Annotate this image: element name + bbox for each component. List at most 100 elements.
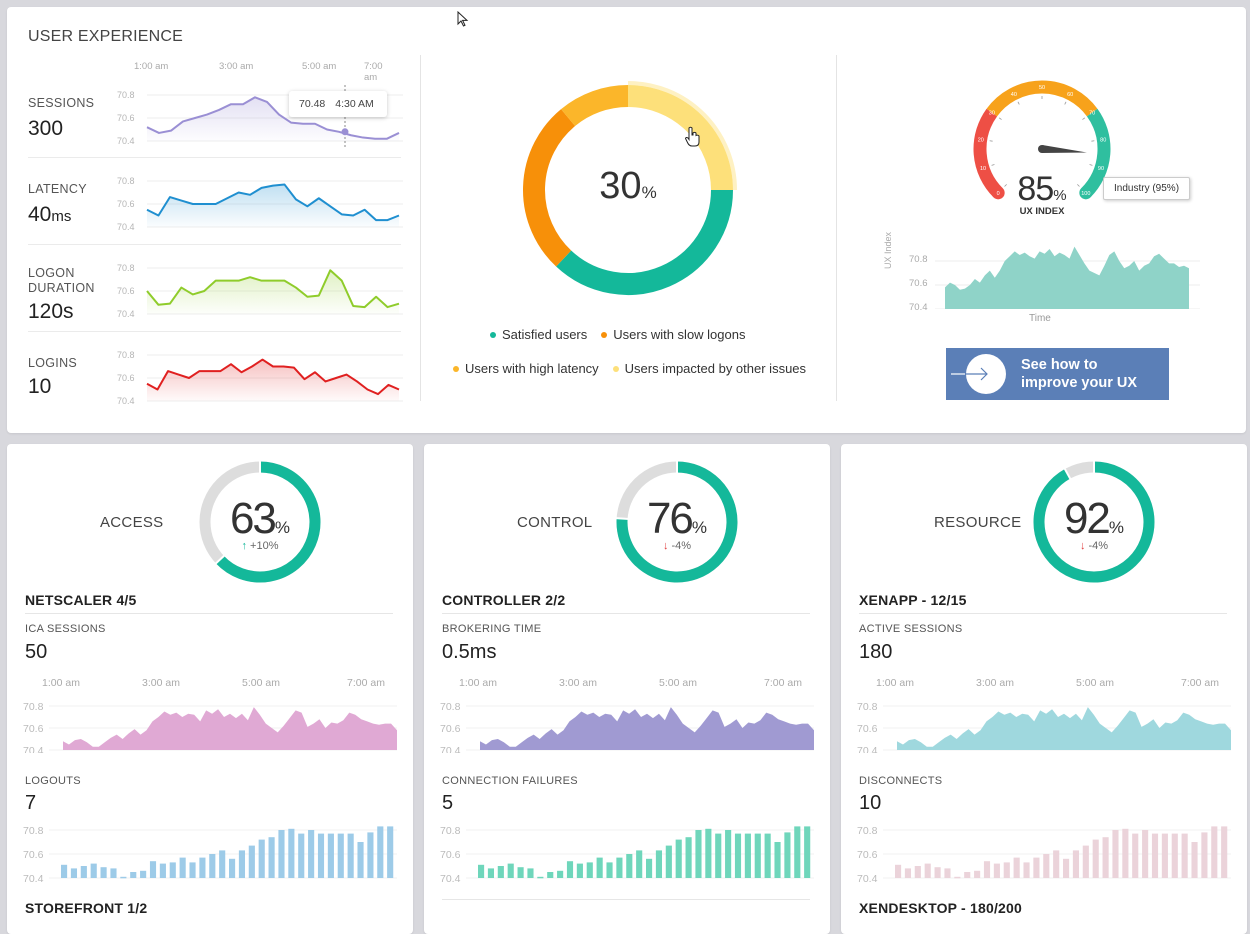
hover-point [342,128,349,135]
legend-item-satisfied[interactable]: Satisfied users [490,327,587,342]
bar [269,837,275,878]
bar [298,834,304,878]
metric-bar-chart[interactable]: 70.870.670.4 [438,820,814,882]
metric-area-chart[interactable]: 1:00 am3:00 am5:00 am7:00 am70.870.670.4 [855,673,1231,753]
time-tick-label: 5:00 am [659,677,697,689]
gauge-value-number: 85 [1017,170,1053,208]
bar [219,850,225,878]
legend-item-slow-logons[interactable]: Users with slow logons [601,327,745,342]
delta-value: -4% [1089,540,1109,552]
metric-bar-chart[interactable]: 70.870.670.4 [855,820,1231,882]
gauge-tick-label: 20 [978,137,984,143]
value-number: 10 [28,375,51,398]
resource-card: RESOURCE 92% ↓ -4% XENAPP - 12/15 ACTIVE… [841,444,1247,934]
bar [577,864,583,878]
gauge-tick [1065,102,1066,105]
hand-pointer-icon [684,126,702,148]
gauge-tick-label: 40 [1011,92,1017,98]
y-tick-label: 70.8 [117,350,135,360]
bar [328,834,334,878]
logins-sparkline[interactable]: 70.870.670.4 [115,345,405,407]
bar [1182,834,1188,878]
y-tick-label: 70.4 [440,873,461,882]
donut-percent-unit: % [642,183,657,202]
legend-label: Users impacted by other issues [625,361,806,376]
ux-index-area-chart[interactable] [935,239,1200,309]
bar [120,877,126,879]
bar [626,854,632,878]
gauge-band [980,113,998,193]
bar [140,871,146,878]
gauge-tick-label: 90 [1098,166,1104,172]
y-tick-label: 70.8 [857,701,878,713]
bar [994,864,1000,878]
bar [606,862,612,878]
bar [170,862,176,878]
gauge-tick [992,164,995,165]
metric-label-logon-duration: LOGONDURATION [28,266,95,296]
bar [1162,834,1168,878]
bar [180,858,186,878]
bar [189,862,195,878]
bar [488,868,494,878]
time-tick-label: 1:00 am [459,677,497,689]
metric-value-latency: 40ms [28,203,71,227]
metric-area-chart[interactable]: 1:00 am3:00 am5:00 am7:00 am70.870.670.4 [438,673,814,753]
gauge-tick-label: 70 [1089,111,1095,117]
y-tick-label: 70.6 [117,113,135,123]
bar [81,866,87,878]
bar [1083,846,1089,878]
bar [160,864,166,878]
bar [150,861,156,878]
bar [725,830,731,878]
bar [199,858,205,878]
section-title: CONTROLLER 2/2 [442,592,565,608]
area-series [897,707,1231,750]
legend-item-high-latency[interactable]: Users with high latency [453,361,599,376]
score-delta: ↑ +10% [210,540,310,552]
gauge-tick [1018,102,1019,105]
bar [567,861,573,878]
legend-dot [490,332,496,338]
access-card: ACCESS 63% ↑ +10% NETSCALER 4/5 ICA SESS… [7,444,413,934]
ux-y-tick: 70.4 [909,302,928,313]
metric-label-latency: LATENCY [28,182,87,197]
column-divider [836,55,837,401]
metric-value-logins: 10 [28,375,51,399]
y-tick-label: 70.6 [23,723,44,735]
legend-item-other-issues[interactable]: Users impacted by other issues [613,361,806,376]
gauge-needle [1042,145,1087,153]
bar [1132,834,1138,878]
footer-divider [442,899,810,900]
metric-value: 5 [442,792,453,815]
ux-y-tick: 70.8 [909,254,928,265]
bar [915,866,921,878]
score-value: 92 [1064,494,1109,543]
bar [547,872,553,878]
delta-value: +10% [250,540,278,552]
metric-value-logon-duration: 120s [28,300,74,324]
latency-sparkline[interactable]: 70.870.670.4 [115,171,405,233]
logon-duration-sparkline[interactable]: 70.870.670.4 [115,258,405,320]
bar [318,834,324,878]
improve-ux-button[interactable]: See how to improve your UX [946,348,1169,400]
y-tick-label: 70.4 [117,309,135,319]
metric-value: 50 [25,641,47,664]
gauge-tick-label: 60 [1067,92,1073,98]
footer-section-title: XENDESKTOP - 180/200 [859,900,1022,916]
arrow-up-icon: ↑ [241,540,247,552]
y-tick-label: 70.8 [117,263,135,273]
metric-bar-chart[interactable]: 70.870.670.4 [21,820,397,882]
legend-dot [613,366,619,372]
card-title: CONTROL [517,514,592,531]
section-title: XENAPP - 12/15 [859,592,967,608]
value-number: 300 [28,117,63,140]
bar [1172,834,1178,878]
gauge-tick-label: 0 [997,191,1000,197]
time-tick-label: 3:00 am [559,677,597,689]
bar [249,846,255,878]
gauge-tick [1090,164,1093,165]
metric-area-chart[interactable]: 1:00 am3:00 am5:00 am7:00 am70.870.670.4 [21,673,397,753]
metric-value: 0.5ms [442,641,496,664]
gauge-label: UX INDEX [1002,206,1082,217]
